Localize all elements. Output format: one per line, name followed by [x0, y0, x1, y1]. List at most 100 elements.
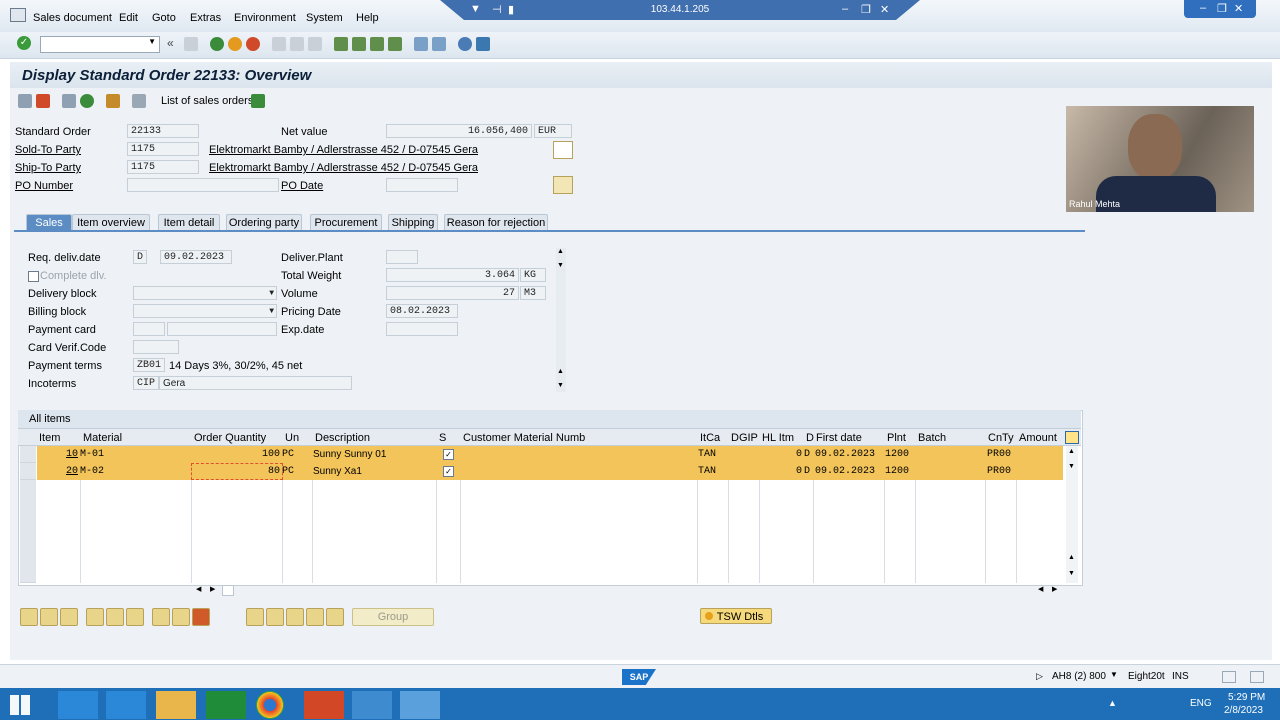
status-icon-1[interactable] [1222, 671, 1236, 683]
dropdown-arrow-icon[interactable]: ▼ [148, 37, 156, 46]
tab-shipping[interactable]: Shipping [388, 214, 438, 231]
scroll-down-icon[interactable]: ▼ [557, 262, 564, 269]
document-icon[interactable] [553, 141, 573, 159]
scroll-up-icon[interactable]: ▲ [1068, 448, 1075, 455]
ship-to-party-label[interactable]: Ship-To Party [15, 162, 81, 174]
exp-date-field[interactable] [386, 322, 458, 336]
menu-system[interactable]: System [306, 12, 343, 24]
po-date-label[interactable]: PO Date [281, 180, 323, 192]
pricing-date-field[interactable]: 08.02.2023 [386, 304, 458, 318]
po-date-field[interactable] [386, 178, 458, 192]
cell-itca[interactable]: TAN [698, 466, 716, 477]
system-info[interactable]: AH8 (2) 800 [1052, 671, 1106, 682]
cell-material[interactable]: M-02 [80, 466, 104, 477]
col-description[interactable]: Description [315, 432, 370, 444]
menu-edit[interactable]: Edit [119, 12, 138, 24]
status-play-icon[interactable]: ▷ [1036, 671, 1043, 682]
cell-hl-itm[interactable]: 0 [796, 449, 802, 460]
col-material[interactable]: Material [83, 432, 122, 444]
last-page-icon[interactable] [388, 37, 402, 51]
scroll-right-icon[interactable]: ▶ [210, 585, 215, 593]
col-batch[interactable]: Batch [918, 432, 946, 444]
powerpoint-icon[interactable] [304, 691, 344, 719]
order-settings-icon[interactable] [553, 176, 573, 194]
cancel-icon[interactable] [246, 37, 260, 51]
file-explorer-icon[interactable] [156, 691, 196, 719]
create-icon[interactable] [18, 94, 32, 108]
sold-to-party-label[interactable]: Sold-To Party [15, 144, 81, 156]
restore-icon[interactable]: ❐ [861, 3, 871, 16]
cell-un[interactable]: PC [282, 466, 294, 477]
language-indicator[interactable]: ENG [1190, 698, 1212, 709]
dropdown-arrow-icon[interactable]: ▼ [269, 287, 274, 301]
list-of-sales-orders-button[interactable]: List of sales orders [161, 95, 253, 107]
chrome-icon[interactable] [256, 691, 284, 719]
tray-up-icon[interactable]: ▲ [1108, 698, 1117, 708]
status-icon-2[interactable] [1250, 671, 1264, 683]
cell-d[interactable]: D [804, 466, 810, 477]
tab-item-overview[interactable]: Item overview [72, 214, 150, 231]
window-minimize-icon[interactable]: – [1200, 2, 1206, 14]
tab-item-detail[interactable]: Item detail [158, 214, 220, 231]
delete-row-icon[interactable] [106, 608, 124, 626]
clock-date[interactable]: 2/8/2023 [1224, 705, 1263, 716]
payment-card-type-field[interactable] [133, 322, 165, 336]
col-first-date[interactable]: First date [816, 432, 862, 444]
po-number-field[interactable] [127, 178, 279, 192]
row-selector-empty[interactable] [20, 480, 36, 583]
batch-icon[interactable] [286, 608, 304, 626]
cell-item[interactable]: 20 [66, 466, 78, 477]
scroll-left-icon[interactable]: ◀ [196, 585, 201, 593]
billing-block-select[interactable]: ▼ [133, 304, 277, 318]
exit-icon[interactable] [228, 37, 242, 51]
next-page-icon[interactable] [370, 37, 384, 51]
scroll-down-icon[interactable]: ▼ [1068, 463, 1075, 470]
select-all-icon[interactable] [40, 608, 58, 626]
net-value-field[interactable]: 16.056,400 [386, 124, 532, 138]
col-s[interactable]: S [439, 432, 446, 444]
config-display-icon[interactable] [266, 608, 284, 626]
col-d[interactable]: D [806, 432, 814, 444]
find-icon[interactable] [290, 37, 304, 51]
scroll-down-icon[interactable]: ▼ [1068, 570, 1075, 577]
configuration-icon[interactable] [246, 608, 264, 626]
payment-terms-field[interactable]: ZB01 [133, 358, 165, 372]
store-icon[interactable] [206, 691, 246, 719]
payment-card-field[interactable] [167, 322, 277, 336]
row-selector[interactable] [20, 446, 36, 463]
card-verif-code-field[interactable] [133, 340, 179, 354]
pricing-icon[interactable] [192, 608, 210, 626]
scroll-left-icon[interactable]: ◀ [1038, 585, 1043, 593]
cell-material[interactable]: M-01 [80, 449, 104, 460]
enter-icon[interactable]: ✓ [17, 36, 31, 50]
cell-first-date[interactable]: 09.02.2023 [815, 466, 875, 477]
menu-extras[interactable]: Extras [190, 12, 221, 24]
structure-icon[interactable] [306, 608, 324, 626]
new-session-icon[interactable] [414, 37, 428, 51]
details-icon[interactable] [20, 608, 38, 626]
col-customer-material-numb[interactable]: Customer Material Numb [463, 432, 585, 444]
sap-logon-icon[interactable] [352, 691, 392, 719]
scroll-up-icon[interactable]: ▲ [557, 368, 564, 375]
sort-icon[interactable] [126, 608, 144, 626]
cell-hl-itm[interactable]: 0 [796, 466, 802, 477]
cell-cnty[interactable]: PR00 [987, 466, 1011, 477]
scroll-right-icon[interactable]: ▶ [1052, 585, 1057, 593]
group-button[interactable]: Group [352, 608, 434, 626]
cell-item[interactable]: 10 [66, 449, 78, 460]
col-cnty[interactable]: CnTy [988, 432, 1014, 444]
col-dgip[interactable]: DGIP [731, 432, 758, 444]
sold-to-address-link[interactable]: Elektromarkt Bamby / Adlerstrasse 452 / … [209, 144, 478, 156]
previous-page-icon[interactable] [352, 37, 366, 51]
menu-environment[interactable]: Environment [234, 12, 296, 24]
volume-field[interactable]: 27 [386, 286, 519, 300]
cell-s-checkbox[interactable]: ✓ [443, 466, 454, 477]
sap-menu-icon[interactable] [10, 8, 26, 22]
scroll-thumb[interactable] [222, 585, 234, 596]
scroll-down-icon[interactable]: ▼ [557, 382, 564, 389]
po-number-label[interactable]: PO Number [15, 180, 73, 192]
cell-s-checkbox[interactable]: ✓ [443, 449, 454, 460]
cell-description[interactable]: Sunny Xa1 [313, 466, 362, 477]
cell-cnty[interactable]: PR00 [987, 449, 1011, 460]
standard-order-field[interactable]: 22133 [127, 124, 199, 138]
